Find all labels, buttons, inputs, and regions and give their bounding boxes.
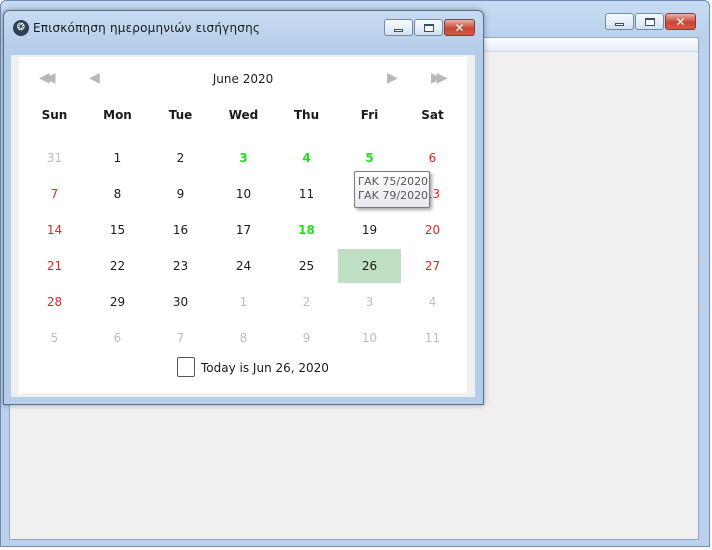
dialog-title: Επισκόπηση ημερομηνιών εισήγησης (33, 21, 261, 35)
day-cell[interactable]: 2 (275, 285, 338, 319)
weekday-label: Sat (421, 108, 444, 122)
day-cell[interactable]: 23 (149, 249, 212, 283)
day-cell[interactable]: 11 (401, 321, 464, 355)
day-cell[interactable]: 24 (212, 249, 275, 283)
day-cell[interactable]: 14 (23, 213, 86, 247)
day-cell[interactable]: 16 (149, 213, 212, 247)
day-cell[interactable]: 17 (212, 213, 275, 247)
weekday-label: Wed (228, 108, 259, 122)
day-cell[interactable]: 31 (23, 141, 86, 175)
weekday-label: Fri (360, 108, 379, 122)
close-icon: ✕ (454, 20, 465, 35)
week-row: 5 6 7 8 9 10 11 (23, 321, 471, 355)
day-cell[interactable]: 2 (149, 141, 212, 175)
minimize-button[interactable] (384, 19, 413, 36)
dialog-window-controls: ✕ (384, 19, 475, 36)
background-divider (699, 257, 705, 305)
day-cell[interactable]: 10 (212, 177, 275, 211)
paw-icon: ❂ (13, 20, 29, 36)
day-cell[interactable]: 6 (401, 141, 464, 175)
maximize-button[interactable] (414, 19, 443, 36)
maximize-icon (644, 17, 655, 26)
day-cell[interactable]: 7 (149, 321, 212, 355)
bg-maximize-button[interactable] (635, 13, 664, 30)
day-cell[interactable]: 3 (338, 285, 401, 319)
day-cell[interactable]: 4 (401, 285, 464, 319)
day-cell[interactable]: 25 (275, 249, 338, 283)
tooltip-line: ΓΑΚ 79/2020 (358, 189, 429, 202)
day-cell[interactable]: 9 (149, 177, 212, 211)
week-row: 21 22 23 24 25 26 27 (23, 249, 471, 283)
day-cell[interactable]: 28 (23, 285, 86, 319)
close-button[interactable]: ✕ (444, 19, 475, 36)
week-row: 14 15 16 17 18 19 20 (23, 213, 471, 247)
week-row: 31 1 2 3 4 5 6 (23, 141, 471, 175)
minimize-icon (615, 23, 624, 26)
day-cell[interactable]: 18 (275, 213, 338, 247)
day-cell[interactable]: 5 (23, 321, 86, 355)
today-label[interactable]: Today is Jun 26, 2020 (201, 361, 329, 375)
day-cell[interactable]: 21 (23, 249, 86, 283)
day-cell[interactable]: 5 (338, 141, 401, 175)
next-month-icon[interactable]: ▶ (387, 71, 398, 85)
day-cell[interactable]: 6 (86, 321, 149, 355)
day-cell[interactable]: 1 (212, 285, 275, 319)
day-cell[interactable]: 27 (401, 249, 464, 283)
day-cell[interactable]: 1 (86, 141, 149, 175)
week-row: 28 29 30 1 2 3 4 (23, 285, 471, 319)
day-cell[interactable]: 11 (275, 177, 338, 211)
month-calendar[interactable]: ◀◀ ◀ June 2020 ▶ ▶▶ Sun Mon Tue Wed Thu … (19, 57, 467, 393)
close-icon: ✕ (675, 14, 686, 29)
day-cell[interactable]: 19 (338, 213, 401, 247)
weekday-label: Mon (103, 108, 132, 122)
day-cell[interactable]: 30 (149, 285, 212, 319)
weekday-header: Sun Mon Tue Wed Thu Fri Sat (23, 108, 471, 122)
day-cell[interactable]: 15 (86, 213, 149, 247)
tooltip-line: ΓΑΚ 75/2020 (358, 175, 429, 188)
day-cell[interactable]: 20 (401, 213, 464, 247)
month-label[interactable]: June 2020 (19, 72, 467, 86)
day-cell[interactable]: 8 (86, 177, 149, 211)
maximize-icon (423, 23, 434, 32)
minimize-icon (394, 29, 403, 32)
day-cell[interactable]: 29 (86, 285, 149, 319)
day-cell[interactable]: 4 (275, 141, 338, 175)
day-cell[interactable]: 7 (23, 177, 86, 211)
day-cell[interactable]: 10 (338, 321, 401, 355)
today-checkbox[interactable] (177, 357, 195, 377)
dialog-client-area: ◀◀ ◀ June 2020 ▶ ▶▶ Sun Mon Tue Wed Thu … (11, 55, 475, 397)
bg-close-button[interactable]: ✕ (665, 13, 696, 30)
weekday-label: Tue (168, 108, 193, 122)
weekday-label: Sun (41, 108, 68, 122)
day-cell[interactable]: 3 (212, 141, 275, 175)
bg-minimize-button[interactable] (605, 13, 634, 30)
next-year-icon[interactable]: ▶▶ (431, 71, 447, 85)
weekday-label: Thu (293, 108, 320, 122)
day-cell[interactable]: 8 (212, 321, 275, 355)
day-cell[interactable]: 22 (86, 249, 149, 283)
date-tooltip: ΓΑΚ 75/2020 ΓΑΚ 79/2020 (354, 171, 430, 208)
day-cell[interactable]: 9 (275, 321, 338, 355)
selected-day-cell[interactable]: 26 (338, 249, 401, 283)
background-window-controls: ✕ (605, 13, 696, 30)
